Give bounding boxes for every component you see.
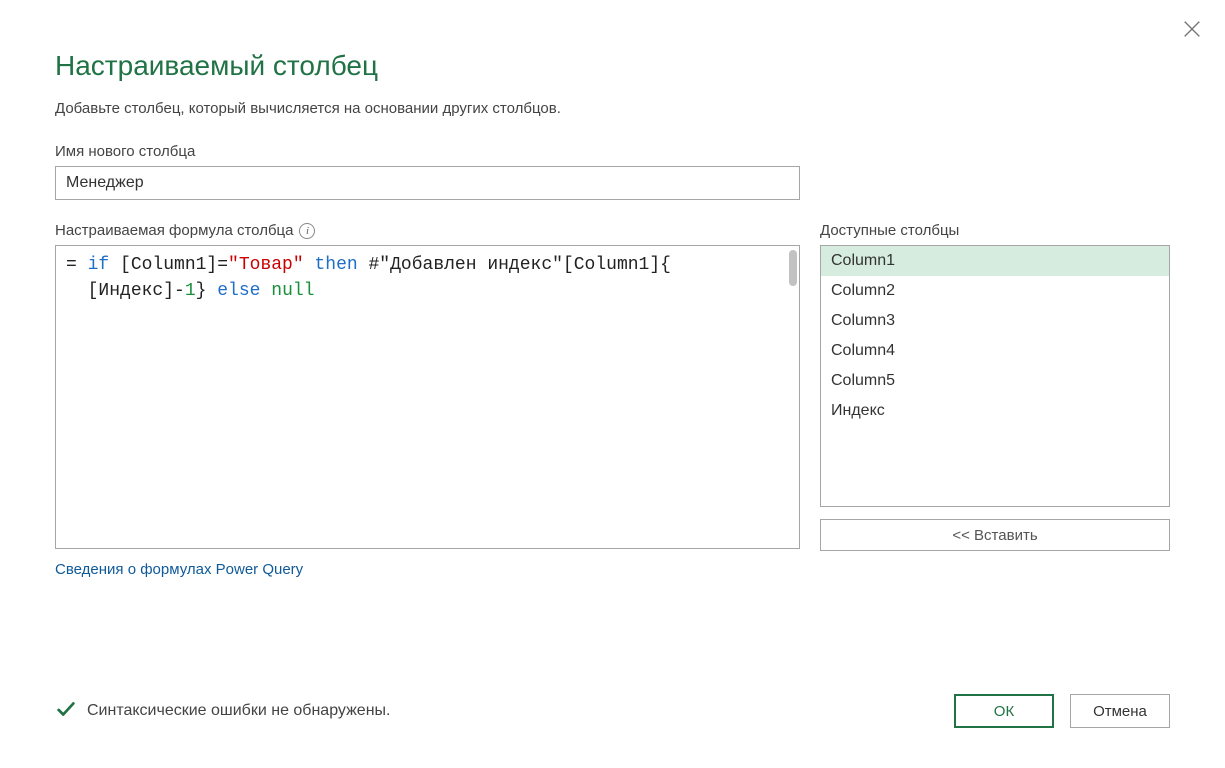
formula-scrollbar[interactable]	[789, 250, 797, 286]
cancel-button[interactable]: Отмена	[1070, 694, 1170, 728]
available-column-item[interactable]: Column1	[821, 246, 1169, 276]
syntax-status-text: Синтаксические ошибки не обнаружены.	[87, 702, 390, 720]
check-icon	[55, 698, 77, 725]
dialog-title: Настраиваемый столбец	[55, 50, 1170, 82]
close-button[interactable]	[1181, 18, 1203, 40]
available-columns-label: Доступные столбцы	[820, 222, 1170, 239]
ok-button[interactable]: ОК	[954, 694, 1054, 728]
info-icon[interactable]: i	[299, 223, 315, 239]
formula-label: Настраиваемая формула столбца i	[55, 222, 800, 239]
dialog-subtitle: Добавьте столбец, который вычисляется на…	[55, 100, 1170, 117]
available-column-item[interactable]: Column5	[821, 366, 1169, 396]
formula-label-text: Настраиваемая формула столбца	[55, 222, 293, 239]
power-query-help-link[interactable]: Сведения о формулах Power Query	[55, 561, 303, 578]
insert-column-button[interactable]: << Вставить	[820, 519, 1170, 551]
available-column-item[interactable]: Индекс	[821, 396, 1169, 426]
available-columns-list[interactable]: Column1Column2Column3Column4Column5Индек…	[820, 245, 1170, 507]
available-column-item[interactable]: Column2	[821, 276, 1169, 306]
custom-column-dialog: Настраиваемый столбец Добавьте столбец, …	[0, 0, 1225, 768]
syntax-status: Синтаксические ошибки не обнаружены.	[55, 698, 390, 725]
available-column-item[interactable]: Column4	[821, 336, 1169, 366]
new-column-name-label: Имя нового столбца	[55, 143, 1170, 160]
new-column-name-input[interactable]	[55, 166, 800, 200]
available-column-item[interactable]: Column3	[821, 306, 1169, 336]
formula-editor[interactable]: = if [Column1]="Товар" then #"Добавлен и…	[55, 245, 800, 549]
